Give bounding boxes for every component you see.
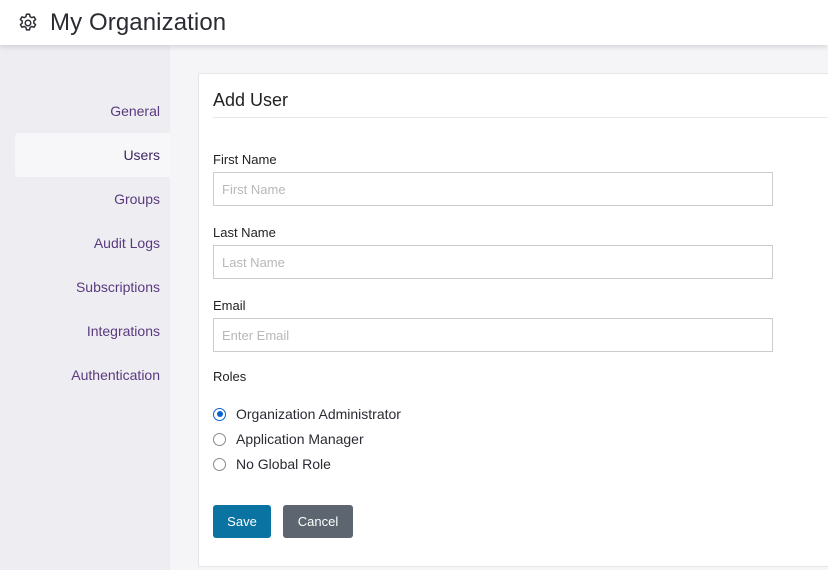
- sidebar-item-users[interactable]: Users: [15, 133, 170, 177]
- add-user-panel: Add User First Name Last Name Email Role…: [198, 73, 828, 567]
- email-label: Email: [213, 298, 246, 313]
- sidebar-item-authentication[interactable]: Authentication: [15, 353, 170, 397]
- role-option-label: Organization Administrator: [236, 406, 401, 422]
- role-option-no-global-role[interactable]: No Global Role: [213, 456, 331, 472]
- title-divider: [213, 117, 828, 118]
- roles-label: Roles: [213, 369, 247, 384]
- gear-icon: [16, 11, 40, 35]
- sidebar-item-integrations[interactable]: Integrations: [15, 309, 170, 353]
- sidebar-item-subscriptions[interactable]: Subscriptions: [15, 265, 170, 309]
- role-option-organization-administrator[interactable]: Organization Administrator: [213, 406, 401, 422]
- save-button[interactable]: Save: [213, 505, 271, 538]
- role-option-label: No Global Role: [236, 456, 331, 472]
- sidebar-nav: General Users Groups Audit Logs Subscrip…: [0, 45, 170, 570]
- last-name-label: Last Name: [213, 225, 276, 240]
- first-name-input[interactable]: [213, 172, 773, 206]
- form-title: Add User: [213, 90, 289, 110]
- first-name-label: First Name: [213, 152, 277, 167]
- role-option-application-manager[interactable]: Application Manager: [213, 431, 364, 447]
- page-title: My Organization: [50, 8, 227, 36]
- sidebar-item-audit-logs[interactable]: Audit Logs: [15, 221, 170, 265]
- cancel-button[interactable]: Cancel: [283, 505, 353, 538]
- app-header: My Organization: [0, 0, 828, 45]
- sidebar-item-general[interactable]: General: [15, 89, 170, 133]
- radio-unchecked-icon[interactable]: [213, 457, 226, 471]
- email-input[interactable]: [213, 318, 773, 352]
- last-name-input[interactable]: [213, 245, 773, 279]
- role-option-label: Application Manager: [236, 431, 364, 447]
- radio-checked-icon[interactable]: [213, 407, 226, 421]
- sidebar-item-groups[interactable]: Groups: [15, 177, 170, 221]
- radio-unchecked-icon[interactable]: [213, 432, 226, 446]
